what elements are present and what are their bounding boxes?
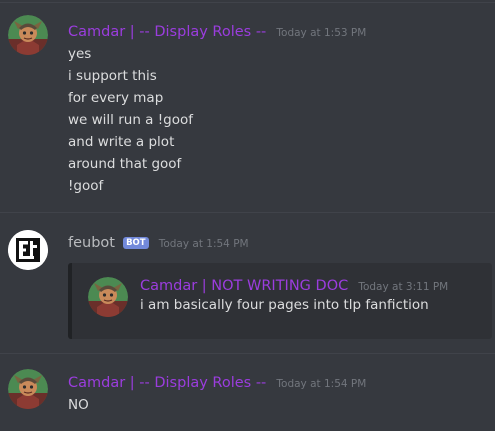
embed-author[interactable]: Camdar | NOT WRITING DOC (140, 278, 348, 294)
timestamp[interactable]: Today at 1:54 PM (159, 238, 249, 250)
message-content: NO (68, 394, 487, 416)
message-line: for every map (68, 90, 164, 106)
embed-text: i am basically four pages into tlp fanfi… (140, 297, 429, 313)
message-header: Camdar | -- Display Roles -- Today at 1:… (68, 372, 366, 392)
message-content: yes i support this for every map we will… (68, 43, 487, 197)
message-line: around that goof (68, 156, 182, 172)
message-line: we will run a !goof (68, 112, 193, 128)
username[interactable]: Camdar | -- Display Roles -- (68, 24, 266, 40)
message-header: feubot BOT Today at 1:54 PM (68, 232, 249, 252)
message-line: yes (68, 46, 92, 62)
timestamp[interactable]: Today at 1:54 PM (276, 378, 366, 390)
message-line: and write a plot (68, 134, 175, 150)
username[interactable]: feubot (68, 235, 115, 251)
character-avatar-icon[interactable] (88, 277, 128, 317)
message-line: NO (68, 397, 89, 413)
message-divider (0, 353, 495, 354)
chat-message-list: Camdar | -- Display Roles -- Today at 1:… (0, 0, 495, 431)
message-divider (0, 2, 495, 3)
embed-timestamp: Today at 3:11 PM (358, 281, 449, 293)
message-divider (0, 212, 495, 213)
message-line: !goof (68, 178, 104, 194)
feubot-logo-icon[interactable] (8, 230, 48, 270)
message-header: Camdar | -- Display Roles -- Today at 1:… (68, 21, 366, 41)
bot-tag: BOT (123, 237, 149, 249)
character-avatar-icon[interactable] (8, 369, 48, 409)
username[interactable]: Camdar | -- Display Roles -- (68, 375, 266, 391)
timestamp[interactable]: Today at 1:53 PM (276, 27, 366, 39)
character-avatar-icon[interactable] (8, 15, 48, 55)
embed-header: Camdar | NOT WRITING DOC Today at 3:11 P… (140, 275, 448, 295)
message-line: i support this (68, 68, 157, 84)
quote-embed: Camdar | NOT WRITING DOC Today at 3:11 P… (68, 263, 492, 339)
